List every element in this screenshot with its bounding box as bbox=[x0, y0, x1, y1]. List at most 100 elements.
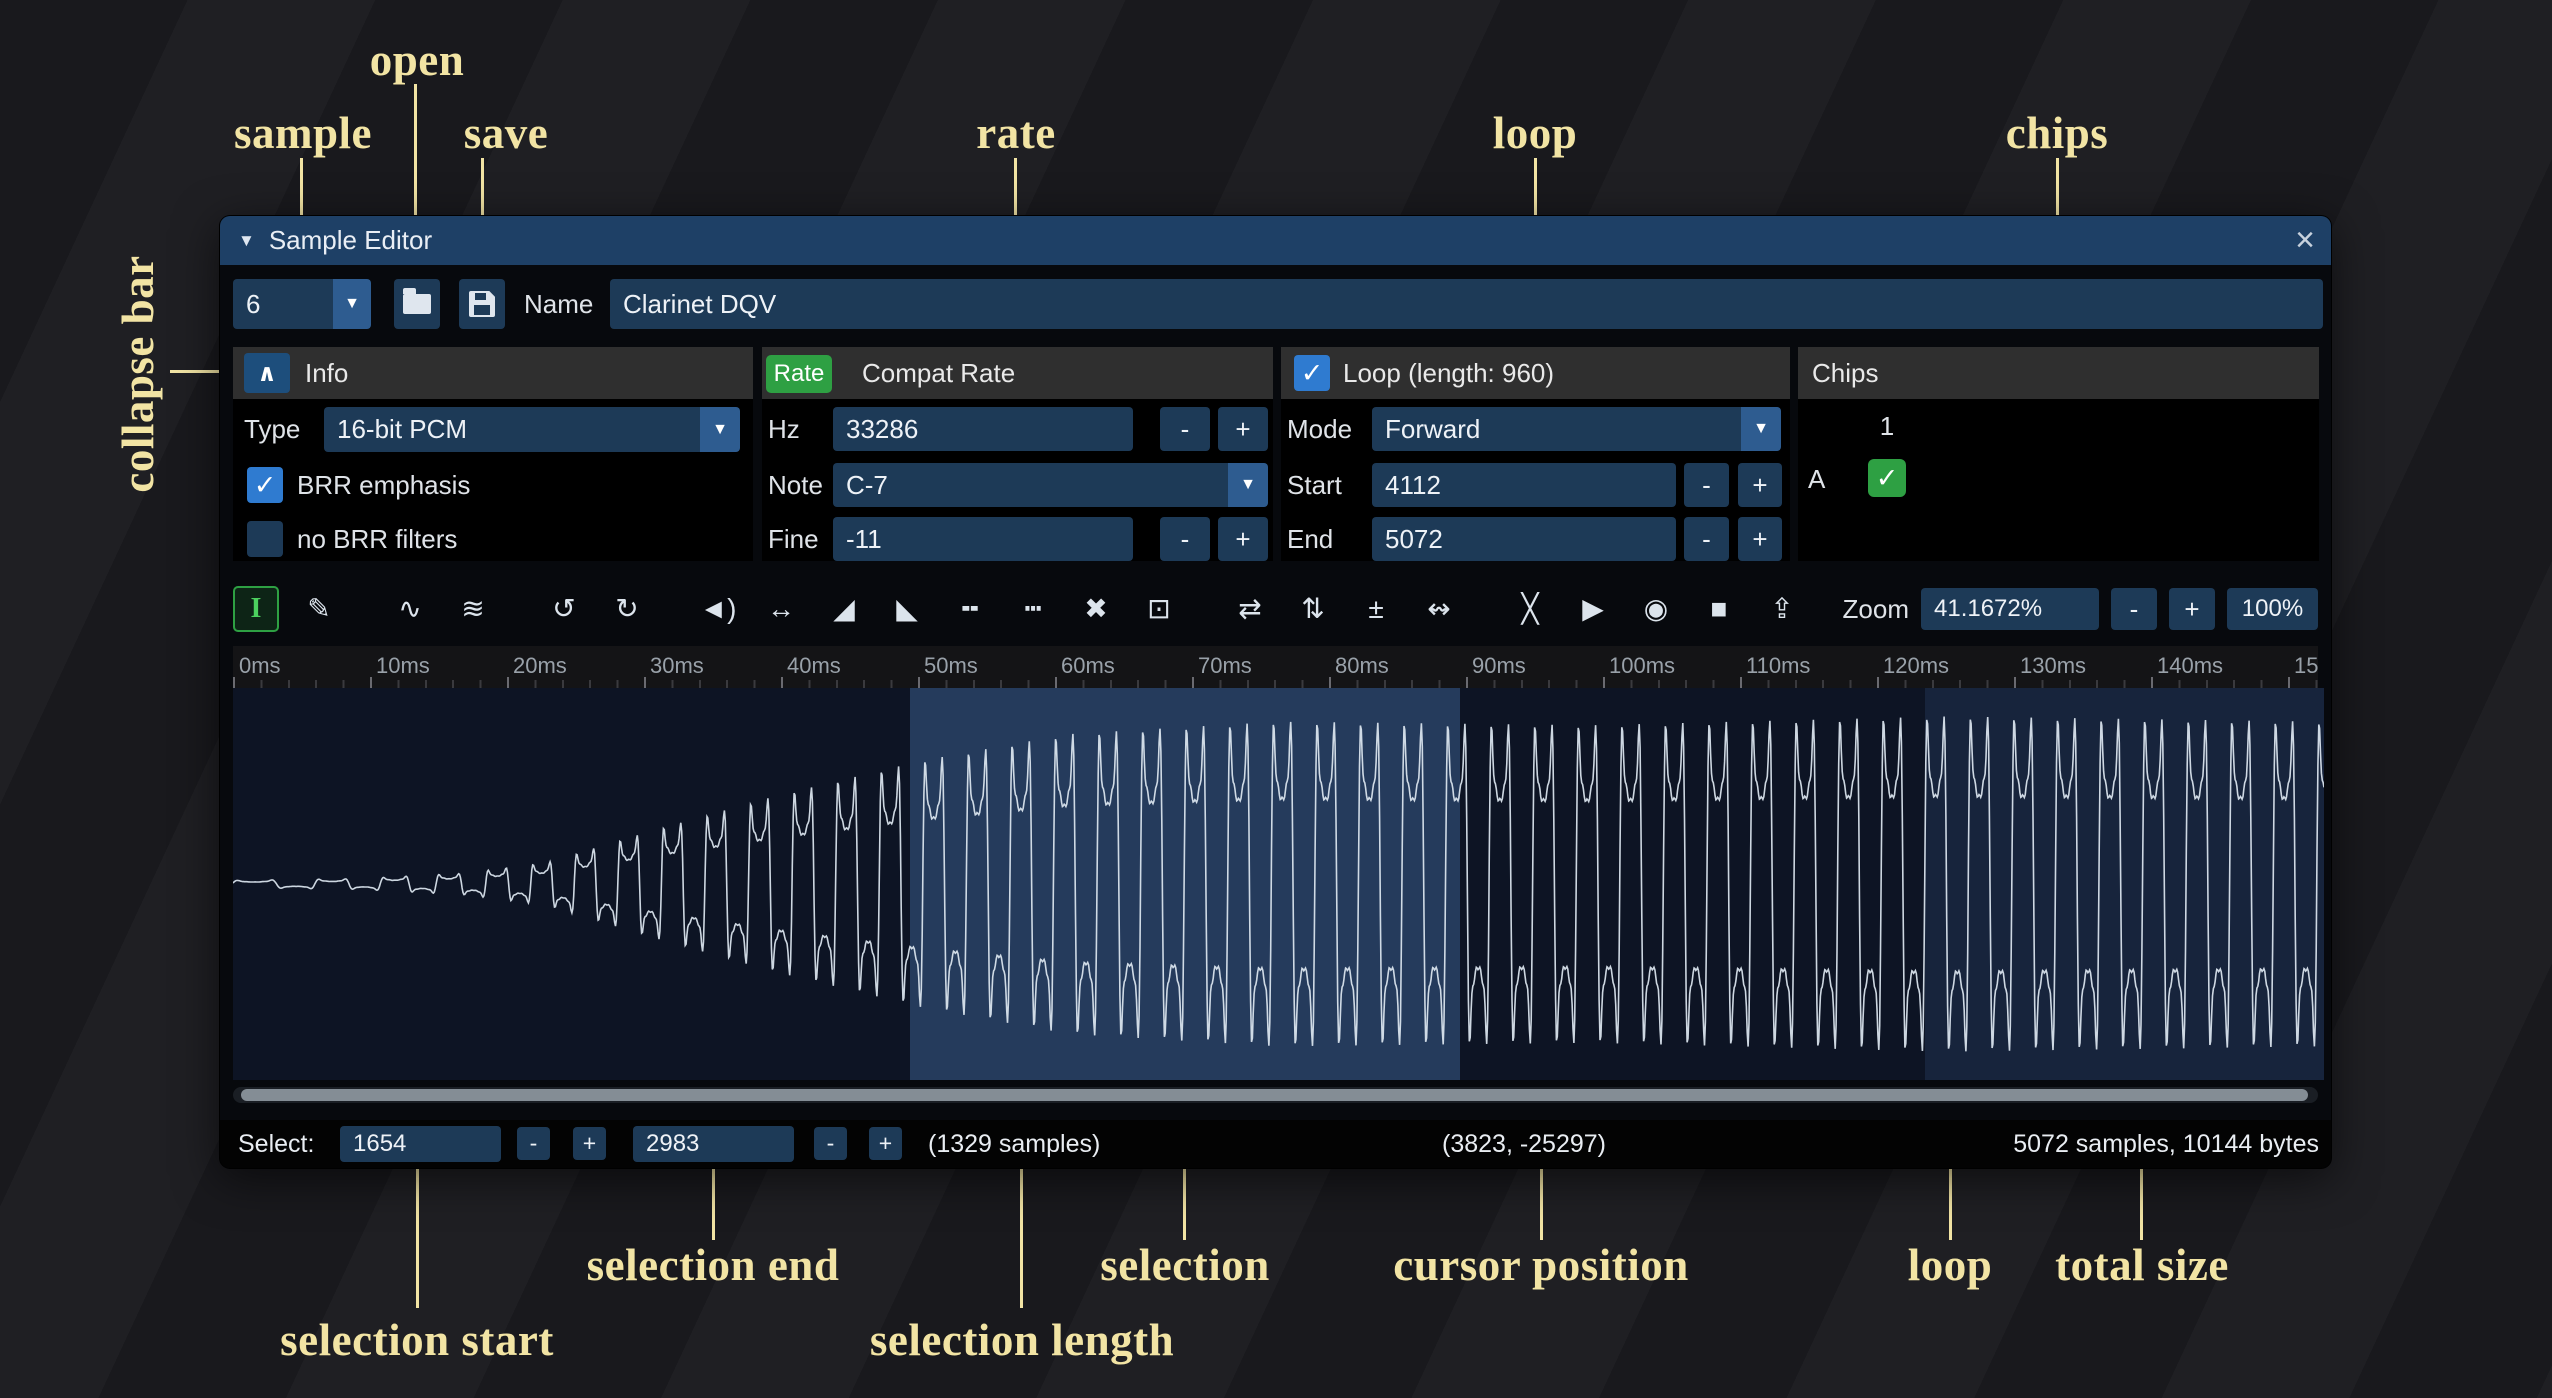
rate-section: Rate Compat Rate Hz 33286 - + Note C-7 ▼… bbox=[762, 347, 1273, 561]
chevron-down-icon[interactable]: ▼ bbox=[1228, 463, 1268, 507]
hz-minus-button[interactable]: - bbox=[1160, 407, 1210, 451]
zoom-plus-button[interactable]: + bbox=[2169, 588, 2215, 630]
save-sample-button[interactable] bbox=[459, 279, 505, 329]
fade-out-icon[interactable]: ◣ bbox=[884, 586, 930, 632]
ruler-label: 120ms bbox=[1877, 646, 2014, 688]
redo-icon[interactable]: ↻ bbox=[604, 586, 650, 632]
loop-enable-checkbox[interactable]: ✓ bbox=[1294, 355, 1330, 391]
chips-header-label: Chips bbox=[1812, 347, 1878, 399]
folder-open-icon bbox=[403, 294, 431, 314]
annotation-rate: rate bbox=[976, 107, 1055, 159]
annotation-loop: loop bbox=[1493, 107, 1578, 159]
apply-silence-icon[interactable]: ┅ bbox=[1010, 586, 1056, 632]
annotation-cursor-position: cursor position bbox=[1393, 1239, 1688, 1291]
hz-input[interactable]: 33286 bbox=[833, 407, 1133, 451]
crossfade-loop-icon[interactable]: ╳ bbox=[1507, 586, 1553, 632]
trim-icon[interactable]: ⊡ bbox=[1136, 586, 1182, 632]
export-sample-icon[interactable]: ⇪ bbox=[1759, 586, 1805, 632]
no-brr-filters-checkbox[interactable] bbox=[247, 521, 283, 557]
create-wavetable-icon[interactable]: ≋ bbox=[450, 586, 496, 632]
loop-end-plus-button[interactable]: + bbox=[1738, 517, 1782, 561]
loop-mode-select[interactable]: Forward ▼ bbox=[1372, 407, 1781, 451]
apply-filter-icon[interactable]: ↭ bbox=[1416, 586, 1462, 632]
loop-start-plus-button[interactable]: + bbox=[1738, 463, 1782, 507]
sample-select[interactable]: 6 ▼ bbox=[233, 279, 371, 329]
chevron-down-icon[interactable]: ▼ bbox=[700, 407, 740, 452]
amplify-icon[interactable]: ◄) bbox=[695, 586, 741, 632]
invert-icon[interactable]: ⇅ bbox=[1290, 586, 1336, 632]
total-size-text: 5072 samples, 10144 bytes bbox=[2013, 1120, 2319, 1168]
selection-end-input[interactable]: 2983 bbox=[633, 1126, 794, 1162]
selection-start-input[interactable]: 1654 bbox=[340, 1126, 501, 1162]
select-tool-icon[interactable]: I bbox=[233, 586, 279, 632]
chip-enable-checkbox[interactable]: ✓ bbox=[1868, 459, 1906, 497]
insert-silence-icon[interactable]: ╍ bbox=[947, 586, 993, 632]
loop-start-minus-button[interactable]: - bbox=[1684, 463, 1729, 507]
rate-badge: Rate bbox=[766, 355, 832, 393]
ruler-label: 0ms bbox=[233, 646, 370, 688]
chevron-down-icon[interactable]: ▼ bbox=[1741, 407, 1781, 451]
note-select[interactable]: C-7 ▼ bbox=[833, 463, 1268, 507]
resample-icon[interactable]: ∿ bbox=[387, 586, 433, 632]
type-select[interactable]: 16-bit PCM ▼ bbox=[324, 407, 740, 452]
annotation-line-cursor-position bbox=[1540, 1168, 1543, 1240]
hz-plus-button[interactable]: + bbox=[1218, 407, 1268, 451]
open-sample-button[interactable] bbox=[394, 279, 440, 329]
chevron-down-icon[interactable]: ▼ bbox=[333, 279, 371, 329]
waveform-plot bbox=[233, 688, 2324, 1080]
loop-end-value: 5072 bbox=[1385, 524, 1443, 555]
draw-tool-icon[interactable]: ✎ bbox=[296, 586, 342, 632]
selection-start-minus-button[interactable]: - bbox=[517, 1127, 550, 1160]
normalize-icon[interactable]: ↔ bbox=[758, 586, 804, 632]
selection-end-plus-button[interactable]: + bbox=[869, 1127, 902, 1160]
zoom-reset-button[interactable]: 100% bbox=[2227, 588, 2318, 630]
close-icon[interactable]: × bbox=[2295, 216, 2315, 265]
save-icon bbox=[469, 291, 495, 317]
brr-emphasis-checkbox[interactable]: ✓ bbox=[247, 467, 283, 503]
check-icon: ✓ bbox=[1876, 463, 1899, 494]
chip-row-label: A bbox=[1808, 464, 1825, 495]
check-icon: ✓ bbox=[1301, 358, 1324, 389]
signed-unsigned-icon[interactable]: ± bbox=[1353, 586, 1399, 632]
collapse-section-button[interactable]: ∧ bbox=[244, 353, 290, 393]
annotation-sample: sample bbox=[234, 107, 372, 159]
loop-end-input[interactable]: 5072 bbox=[1372, 517, 1676, 561]
annotation-chips: chips bbox=[2006, 107, 2109, 159]
selection-start-plus-button[interactable]: + bbox=[573, 1127, 606, 1160]
scrollbar-thumb[interactable] bbox=[241, 1089, 2308, 1101]
reverse-icon[interactable]: ⇄ bbox=[1227, 586, 1273, 632]
preview-icon[interactable]: ▶ bbox=[1570, 586, 1616, 632]
selection-end-minus-button[interactable]: - bbox=[814, 1127, 847, 1160]
loop-end-minus-button[interactable]: - bbox=[1684, 517, 1729, 561]
fine-plus-button[interactable]: + bbox=[1218, 517, 1268, 561]
waveform-view[interactable] bbox=[233, 688, 2324, 1080]
annotation-line-total-size bbox=[2140, 1168, 2143, 1240]
undo-icon[interactable]: ↺ bbox=[541, 586, 587, 632]
preview-loop-icon[interactable]: ◉ bbox=[1633, 586, 1679, 632]
waveform-scrollbar[interactable] bbox=[233, 1087, 2318, 1103]
collapse-window-icon[interactable]: ▼ bbox=[238, 231, 255, 251]
zoom-cluster: Zoom 41.1672% - + 100% bbox=[1843, 586, 2318, 632]
loop-mode-value: Forward bbox=[1385, 414, 1480, 445]
zoom-input[interactable]: 41.1672% bbox=[1921, 588, 2099, 630]
ruler-label: 50ms bbox=[918, 646, 1055, 688]
zoom-label: Zoom bbox=[1843, 594, 1909, 625]
delete-icon[interactable]: ✖ bbox=[1073, 586, 1119, 632]
selection-length-text: (1329 samples) bbox=[928, 1120, 1100, 1168]
title-bar: ▼ Sample Editor × bbox=[220, 216, 2331, 265]
ruler-label: 10ms bbox=[370, 646, 507, 688]
fine-input[interactable]: -11 bbox=[833, 517, 1133, 561]
loop-start-input[interactable]: 4112 bbox=[1372, 463, 1676, 507]
ruler-label: 60ms bbox=[1055, 646, 1192, 688]
hz-value: 33286 bbox=[846, 414, 918, 445]
fade-in-icon[interactable]: ◢ bbox=[821, 586, 867, 632]
name-input[interactable]: Clarinet DQV bbox=[610, 279, 2323, 329]
ruler-label: 150ms bbox=[2288, 646, 2318, 688]
fine-minus-button[interactable]: - bbox=[1160, 517, 1210, 561]
annotation-save: save bbox=[464, 107, 549, 159]
hz-label: Hz bbox=[768, 407, 800, 451]
zoom-minus-button[interactable]: - bbox=[2111, 588, 2157, 630]
loop-end-label: End bbox=[1287, 517, 1333, 561]
ruler-label: 20ms bbox=[507, 646, 644, 688]
stop-preview-icon[interactable]: ■ bbox=[1696, 586, 1742, 632]
